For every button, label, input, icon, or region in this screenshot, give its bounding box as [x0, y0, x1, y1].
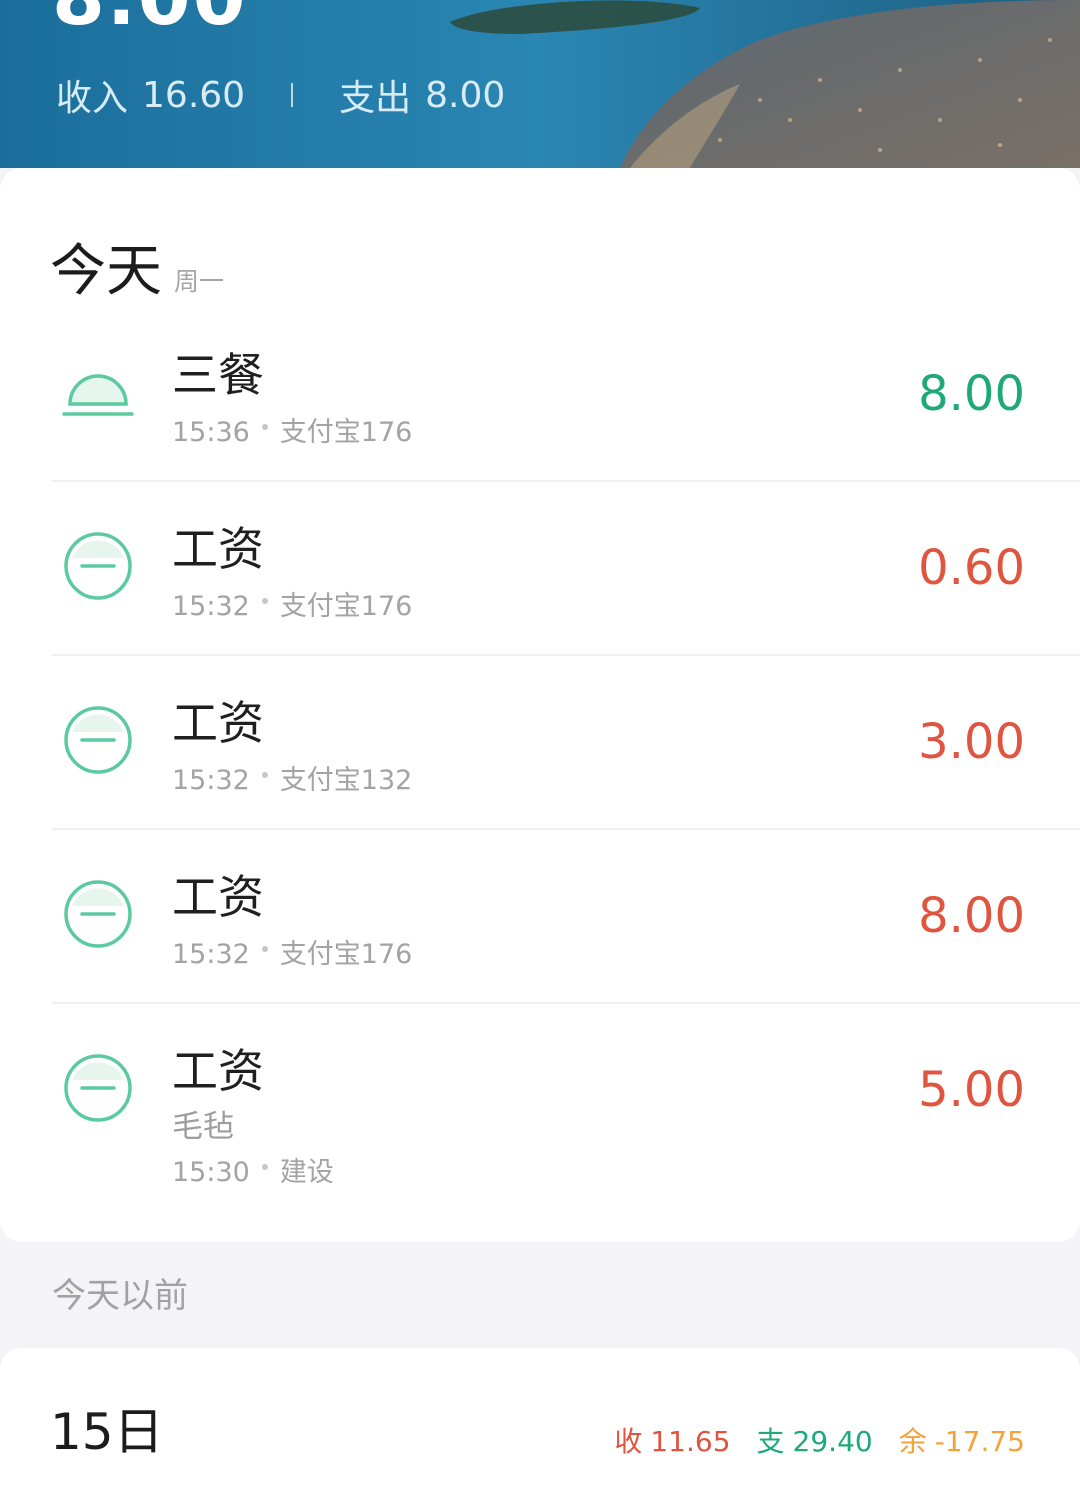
transaction-category: 工资 — [172, 1044, 264, 1098]
transaction-meta: 15:32 支付宝176 — [172, 938, 412, 972]
expense-value: 8.00 — [425, 74, 506, 116]
transaction-account: 支付宝132 — [279, 765, 413, 796]
transaction-row[interactable]: 工资 毛毡 15:30 建设 5.00 — [0, 1004, 1080, 1234]
day-weekday: 周一 — [174, 267, 225, 296]
transaction-row[interactable]: 三餐 15:36 支付宝176 8.00 — [0, 308, 1080, 482]
meta-separator — [261, 1164, 268, 1170]
transaction-amount: 0.60 — [918, 540, 1025, 596]
day-title: 今天 — [50, 239, 162, 304]
day-expense-stat: 支 29.40 — [757, 1424, 873, 1460]
day-balance-value: -17.75 — [934, 1425, 1025, 1458]
transaction-note: 毛毡 — [172, 1109, 234, 1145]
transaction-time: 15:32 — [172, 591, 250, 622]
day-income-stat: 收 11.65 — [614, 1424, 730, 1460]
month-summary: 收入 16.60 支出 8.00 — [56, 72, 506, 120]
transaction-account: 建设 — [279, 1157, 334, 1188]
meta-separator — [261, 598, 268, 604]
day-balance-stat: 余 -17.75 — [899, 1424, 1025, 1460]
day-group-date: 15日 — [50, 1403, 164, 1461]
day-income-value: 11.65 — [650, 1425, 731, 1458]
meta-separator — [261, 946, 268, 952]
transaction-amount: 3.00 — [918, 714, 1025, 770]
transaction-category: 工资 — [172, 870, 264, 924]
meta-separator — [261, 424, 268, 430]
day-group-stats: 收 11.65 支 29.40 余 -17.75 — [588, 1424, 1025, 1460]
transaction-category: 工资 — [172, 522, 264, 576]
meta-separator — [261, 772, 268, 778]
transaction-meta: 15:36 支付宝176 — [172, 416, 412, 450]
day-expense-value: 29.40 — [792, 1425, 873, 1458]
transaction-row[interactable]: 工资 15:32 支付宝176 0.60 — [0, 482, 1080, 656]
today-card: 今天 周一 三餐 15:36 支付宝176 8.00 工资 15:32 支付宝1… — [0, 168, 1080, 1242]
transaction-time: 15:30 — [172, 1157, 250, 1188]
meal-icon — [62, 374, 134, 416]
expense-label: 支出 — [339, 78, 412, 119]
day-heading: 今天 周一 — [50, 226, 224, 307]
balance-amount: 8.00 — [52, 0, 248, 36]
transaction-meta: 15:30 建设 — [172, 1156, 334, 1190]
salary-icon — [64, 706, 132, 774]
transaction-amount: 8.00 — [918, 888, 1025, 944]
day-group-card[interactable]: 15日 收 11.65 支 29.40 余 -17.75 — [0, 1348, 1080, 1488]
transaction-row[interactable]: 工资 15:32 支付宝132 3.00 — [0, 656, 1080, 830]
transaction-time: 15:32 — [172, 765, 250, 796]
section-label-before-today: 今天以前 — [52, 1276, 188, 1316]
transaction-amount: 8.00 — [918, 366, 1025, 422]
day-expense-label: 支 — [756, 1425, 785, 1458]
transaction-amount: 5.00 — [918, 1062, 1025, 1118]
income-label: 收入 — [56, 78, 129, 119]
transaction-time: 15:32 — [172, 939, 250, 970]
income-value: 16.60 — [142, 74, 246, 116]
transaction-meta: 15:32 支付宝176 — [172, 590, 412, 624]
transaction-account: 支付宝176 — [279, 939, 413, 970]
salary-icon — [64, 880, 132, 948]
transaction-category: 工资 — [172, 696, 264, 750]
summary-divider — [291, 83, 294, 107]
transaction-row[interactable]: 工资 15:32 支付宝176 8.00 — [0, 830, 1080, 1004]
transaction-category: 三餐 — [172, 348, 264, 402]
day-balance-label: 余 — [898, 1425, 927, 1458]
transaction-account: 支付宝176 — [279, 417, 413, 448]
transaction-meta: 15:32 支付宝132 — [172, 764, 412, 798]
transaction-account: 支付宝176 — [279, 591, 413, 622]
salary-icon — [64, 1054, 132, 1122]
salary-icon — [64, 532, 132, 600]
header-banner: 8.00 收入 16.60 支出 8.00 — [0, 0, 1080, 168]
transaction-time: 15:36 — [172, 417, 250, 448]
day-income-label: 收 — [614, 1425, 643, 1458]
